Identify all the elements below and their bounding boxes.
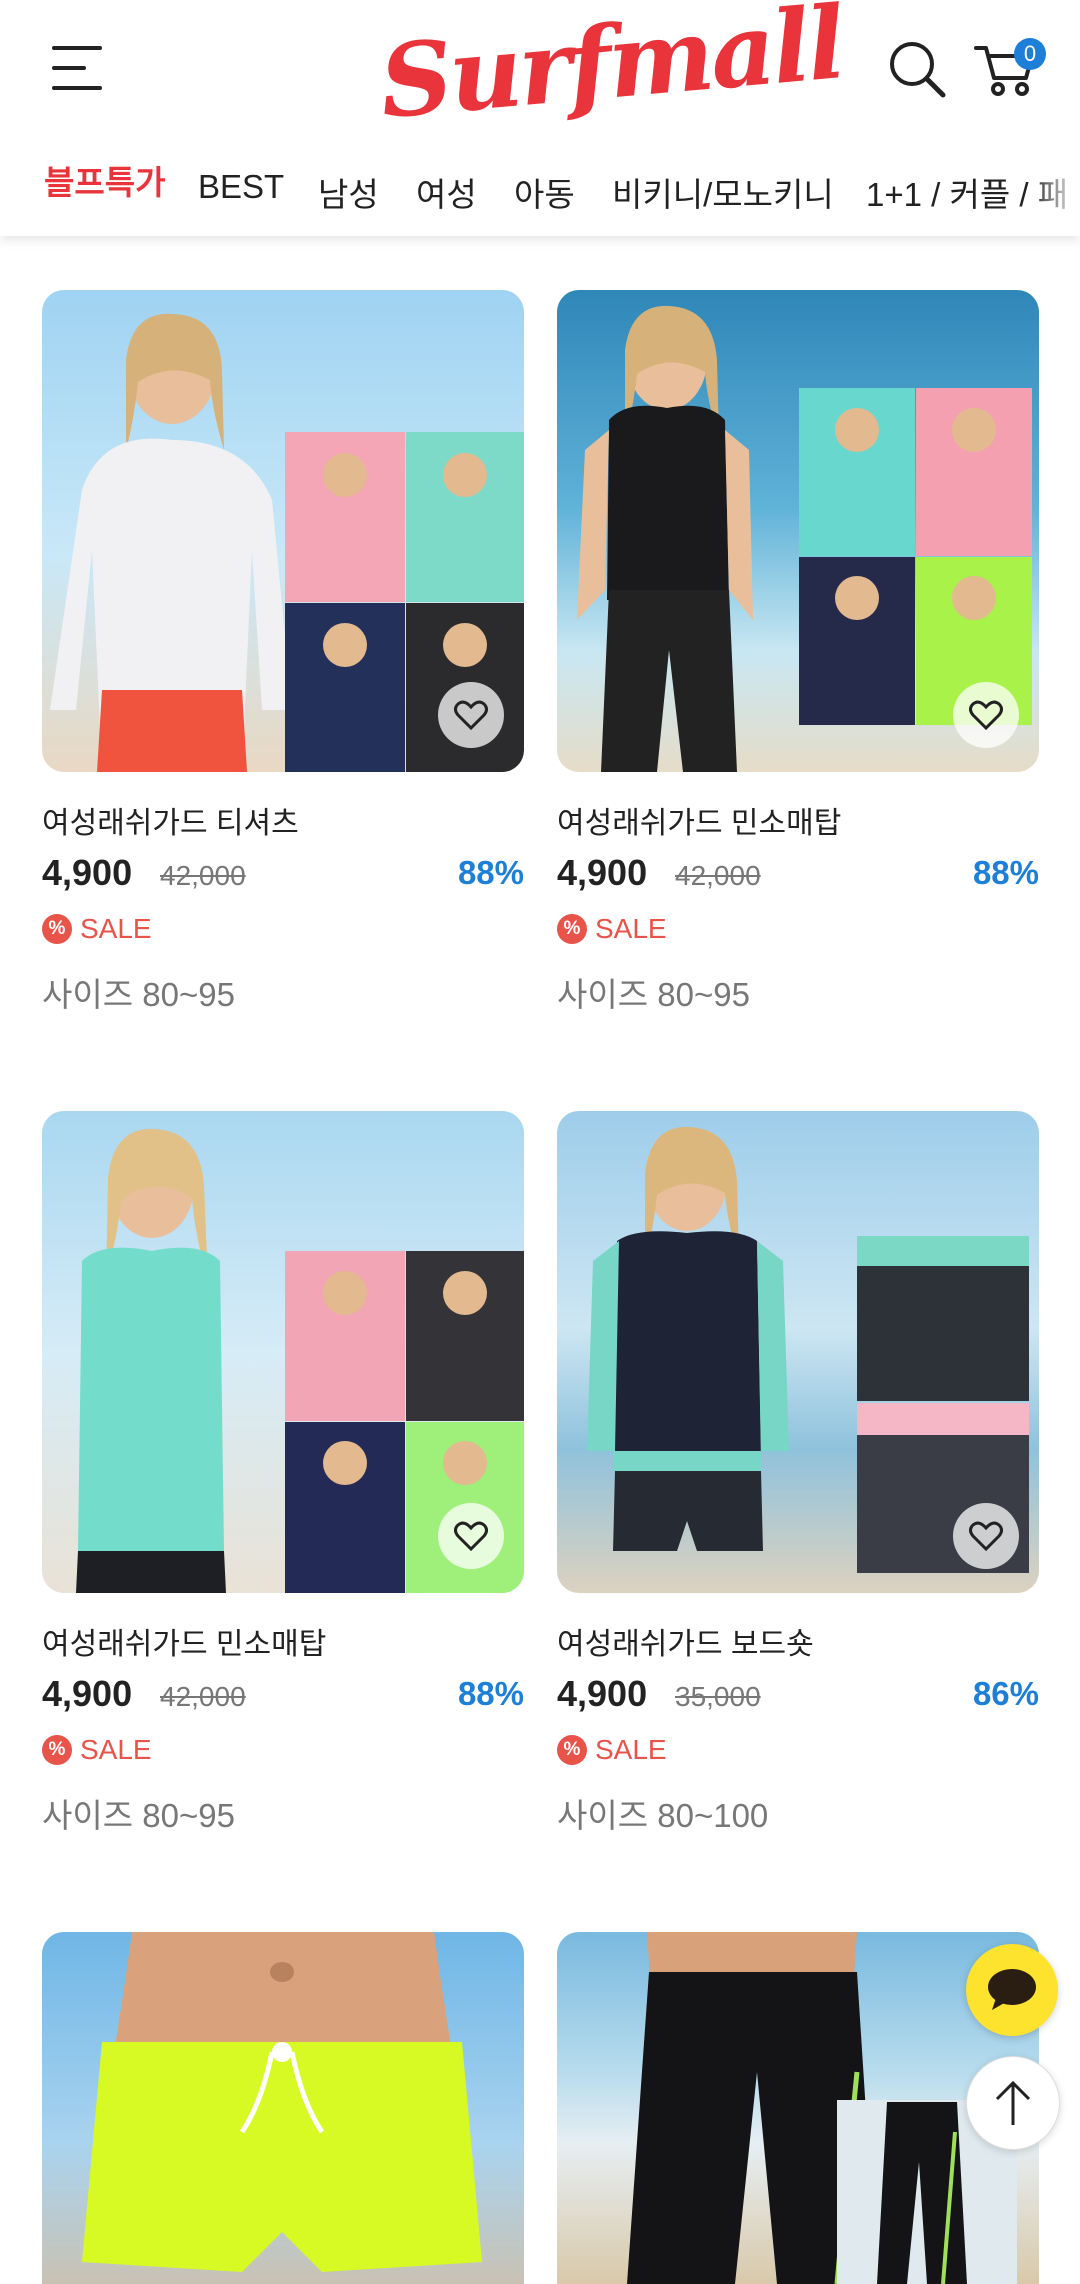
scroll-to-top-button[interactable] xyxy=(966,2056,1060,2150)
hamburger-menu-button[interactable] xyxy=(52,46,104,90)
arrow-up-icon xyxy=(995,2080,1031,2125)
category-tab-bikini[interactable]: 비키니/모노키니 xyxy=(612,168,834,216)
menu-line xyxy=(52,46,102,50)
product-photo xyxy=(82,1932,482,2272)
category-tab-best[interactable]: BEST xyxy=(198,168,284,206)
sale-badge: % SALE xyxy=(42,1733,152,1767)
category-tab-kids[interactable]: 아동 xyxy=(514,168,575,216)
product-image[interactable] xyxy=(42,1932,524,2284)
menu-line xyxy=(52,66,86,70)
product-name[interactable]: 여성래쉬가드 민소매탑 xyxy=(557,798,841,842)
product-size: 사이즈 80~95 xyxy=(557,976,750,1013)
product-size: 사이즈 80~95 xyxy=(42,1797,235,1834)
sale-label: SALE xyxy=(595,913,667,944)
product-size: 사이즈 80~100 xyxy=(557,1797,769,1834)
nav-fade-overlay xyxy=(1030,150,1080,230)
category-nav: 블프특가 BEST 남성 여성 아동 비키니/모노키니 1+1 / 커플 / 패 xyxy=(0,150,1080,230)
chat-bubble-icon xyxy=(988,1969,1036,2010)
product-card[interactable]: 여성래쉬가드 민소매탑 4,900 42,000 88% % SALE 사이즈 … xyxy=(42,1111,524,1834)
product-image[interactable] xyxy=(557,1111,1039,1593)
product-card[interactable] xyxy=(42,1932,524,2284)
wishlist-button[interactable] xyxy=(953,682,1019,748)
heart-icon xyxy=(454,1521,488,1551)
sale-label: SALE xyxy=(595,1734,667,1765)
heart-icon xyxy=(969,700,1003,730)
percent-icon: % xyxy=(557,914,587,944)
category-tab-black-friday[interactable]: 블프특가 xyxy=(44,156,165,204)
product-image[interactable] xyxy=(42,290,524,772)
heart-icon xyxy=(454,700,488,730)
product-card[interactable]: 여성래쉬가드 티셔츠 4,900 42,000 88% % SALE 사이즈 8… xyxy=(42,290,524,1013)
product-discount-rate: 88% xyxy=(972,854,1039,891)
product-name[interactable]: 여성래쉬가드 티셔츠 xyxy=(42,798,299,842)
product-image[interactable] xyxy=(42,1111,524,1593)
product-discount-rate: 86% xyxy=(972,1675,1039,1712)
chat-button[interactable] xyxy=(966,1944,1058,2036)
product-price: 4,900 xyxy=(42,1673,133,1714)
product-name[interactable]: 여성래쉬가드 보드숏 xyxy=(557,1619,814,1663)
product-size: 사이즈 80~95 xyxy=(42,976,235,1013)
surfmall-logo[interactable]: Surfmall xyxy=(375,0,847,154)
product-discount-rate: 88% xyxy=(457,854,524,891)
product-original-price: 42,000 xyxy=(160,860,246,891)
wishlist-button[interactable] xyxy=(953,1503,1019,1569)
product-price: 4,900 xyxy=(42,852,133,893)
sale-label: SALE xyxy=(80,913,152,944)
sale-label: SALE xyxy=(80,1734,152,1765)
product-original-price: 42,000 xyxy=(160,1681,246,1712)
product-price: 4,900 xyxy=(557,852,648,893)
product-image[interactable] xyxy=(557,290,1039,772)
product-original-price: 42,000 xyxy=(675,860,761,891)
percent-icon: % xyxy=(42,914,72,944)
sale-badge: % SALE xyxy=(557,912,667,946)
search-button[interactable] xyxy=(886,38,948,100)
search-icon xyxy=(890,42,946,98)
product-original-price: 35,000 xyxy=(675,1681,761,1712)
top-header: Surfmall 0 블프특가 BEST 남성 여성 아동 비키니/모노키니 1… xyxy=(0,0,1080,236)
percent-icon: % xyxy=(557,1735,587,1765)
category-tab-men[interactable]: 남성 xyxy=(318,168,379,216)
product-price: 4,900 xyxy=(557,1673,648,1714)
product-discount-rate: 88% xyxy=(457,1675,524,1712)
wishlist-button[interactable] xyxy=(438,682,504,748)
product-name[interactable]: 여성래쉬가드 민소매탑 xyxy=(42,1619,326,1663)
menu-line xyxy=(52,86,102,90)
cart-count-badge: 0 xyxy=(1014,38,1046,70)
product-card[interactable]: 여성래쉬가드 민소매탑 4,900 42,000 88% % SALE 사이즈 … xyxy=(557,290,1039,1013)
wishlist-button[interactable] xyxy=(438,1503,504,1569)
percent-icon: % xyxy=(42,1735,72,1765)
heart-icon xyxy=(969,1521,1003,1551)
product-card[interactable]: 여성래쉬가드 보드숏 4,900 35,000 86% % SALE 사이즈 8… xyxy=(557,1111,1039,1834)
category-tab-women[interactable]: 여성 xyxy=(416,168,477,216)
sale-badge: % SALE xyxy=(557,1733,667,1767)
sale-badge: % SALE xyxy=(42,912,152,946)
